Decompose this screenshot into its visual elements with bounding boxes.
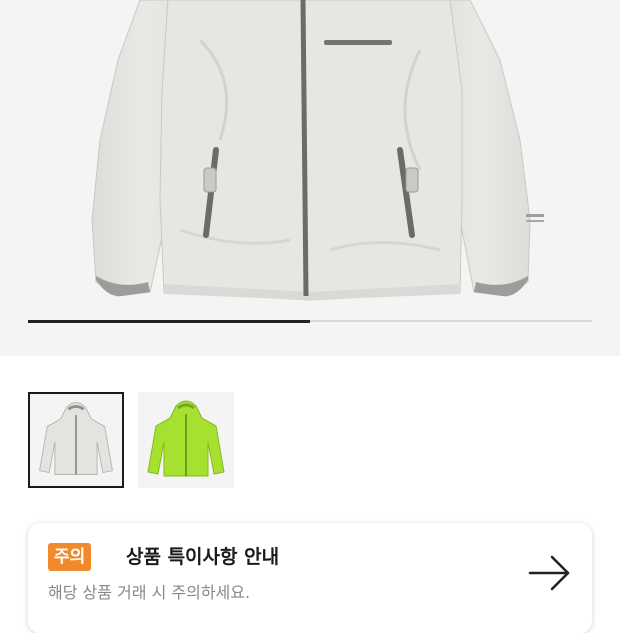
thumbnail-light-gray[interactable] — [28, 392, 124, 488]
gallery-progress-track[interactable] — [28, 319, 592, 323]
product-image-gallery[interactable] — [0, 0, 620, 356]
notice-subtitle: 해당 상품 거래 시 주의하세요. — [48, 583, 251, 602]
arrow-right-icon[interactable] — [528, 553, 572, 593]
gallery-progress-indicator — [28, 319, 310, 323]
notice-title: 상품 특이사항 안내 — [126, 546, 280, 568]
thumbnail-lime-green[interactable] — [138, 392, 234, 488]
product-main-image — [91, 0, 544, 301]
jacket-light-gray-icon — [39, 402, 113, 475]
jacket-lime-green-icon — [147, 400, 225, 477]
warning-badge: 주의 — [48, 543, 92, 571]
product-notice-card[interactable]: 주의 상품 특이사항 안내 해당 상품 거래 시 주의하세요. — [28, 523, 592, 633]
